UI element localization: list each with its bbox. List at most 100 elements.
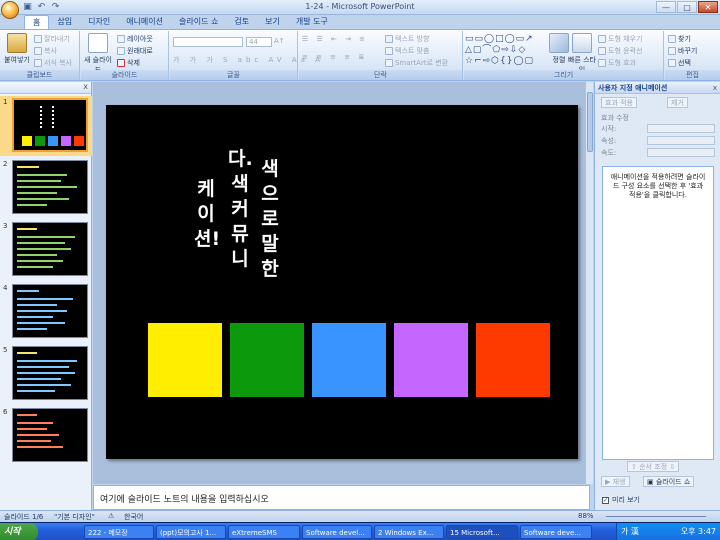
- slide-text-column-1[interactable]: 케이션!: [194, 177, 220, 252]
- taskbar-sms[interactable]: eXtremeSMS: [228, 525, 300, 539]
- panel-close-icon[interactable]: x: [83, 82, 88, 91]
- tab-review[interactable]: 검토: [226, 15, 257, 29]
- font-size-combo[interactable]: 44: [246, 37, 272, 47]
- property-label: 속성:: [601, 137, 617, 145]
- minimize-button[interactable]: —: [656, 1, 676, 13]
- format-painter-button[interactable]: 서식 복사: [34, 58, 72, 68]
- slide-canvas[interactable]: 케이션! 다.색커뮤니 색으로말한: [106, 105, 578, 459]
- taskbar-powerpoint[interactable]: 15 Microsoft...: [446, 525, 518, 539]
- editing-label: 편집: [665, 70, 720, 80]
- thumbnail-image: [12, 346, 88, 400]
- ime-indicator[interactable]: 가 漢: [621, 526, 639, 537]
- speed-dropdown[interactable]: [647, 148, 715, 157]
- cut-button[interactable]: 잘라내기: [34, 34, 70, 44]
- start-button[interactable]: 시작: [0, 523, 38, 540]
- tab-view[interactable]: 보기: [257, 15, 288, 29]
- text-direction-button[interactable]: 텍스트 방향: [385, 34, 429, 44]
- paste-button[interactable]: 붙여넣기: [2, 33, 32, 65]
- new-slide-icon: [88, 33, 108, 53]
- clipboard-label: 클립보드: [0, 70, 79, 80]
- tab-home[interactable]: 홈: [24, 15, 50, 29]
- reset-button[interactable]: 원래대로: [117, 46, 153, 56]
- drawing-group: ▭▭◯□◯▭↗ △▢⌒⬠⇨⇩◇ ☆⌐⇨⬡{}◯▢ 정렬 빠른 스타일 도형 채우…: [464, 31, 664, 80]
- remove-effect-button[interactable]: 제거: [667, 97, 688, 108]
- yellow-square[interactable]: [148, 323, 222, 397]
- slide-thumbnail-2[interactable]: 2: [0, 158, 92, 218]
- start-dropdown[interactable]: [647, 124, 715, 133]
- slide-text-column-3[interactable]: 색으로말한: [258, 157, 282, 282]
- select-button[interactable]: 선택: [668, 58, 691, 68]
- taskbar-notepad[interactable]: 222 - 메모장: [84, 525, 154, 539]
- slides-group: 새 슬라이드 레이아웃 원래대로 삭제 슬라이드: [81, 31, 169, 80]
- tab-developer[interactable]: 개발 도구: [288, 15, 336, 29]
- align-buttons[interactable]: ≡ ≡ ≡ ≡ ≣: [302, 53, 367, 61]
- taskbar-explorer[interactable]: 2 Windows Ex...: [374, 525, 444, 539]
- orange-square[interactable]: [476, 323, 550, 397]
- smartart-button[interactable]: SmartArt로 변환: [385, 58, 448, 68]
- taskbar-exam[interactable]: (ppt)모의고사 1...: [156, 525, 226, 539]
- purple-square[interactable]: [394, 323, 468, 397]
- taskbar-software-1[interactable]: Software devel...: [302, 525, 372, 539]
- slide-thumbnail-1[interactable]: 1: [0, 96, 92, 156]
- font-name-combo[interactable]: [173, 37, 243, 47]
- slide-thumbnail-5[interactable]: 5: [0, 344, 92, 404]
- reorder-buttons[interactable]: ⇧ 순서 조정 ⇩: [627, 461, 680, 472]
- delete-slide-button[interactable]: 삭제: [117, 58, 140, 68]
- shapes-gallery[interactable]: ▭▭◯□◯▭↗ △▢⌒⬠⇨⇩◇ ☆⌐⇨⬡{}◯▢: [465, 34, 547, 68]
- copy-button[interactable]: 복사: [34, 46, 57, 56]
- find-button[interactable]: 찾기: [668, 34, 691, 44]
- notes-pane[interactable]: 여기에 슬라이드 노트의 내용을 입력하십시오: [93, 485, 590, 510]
- replace-button[interactable]: 바꾸기: [668, 46, 697, 56]
- add-effect-button[interactable]: 효과 적용: [601, 97, 637, 108]
- animation-list[interactable]: 애니메이션을 적용하려면 슬라이드 구성 요소를 선택한 후 '효과 적용'을 …: [602, 166, 714, 460]
- vertical-scrollbar[interactable]: [585, 82, 593, 484]
- slide-thumbnail-6[interactable]: 6: [0, 406, 92, 466]
- align-text-icon: [385, 47, 393, 55]
- paragraph-label: 단락: [299, 70, 462, 80]
- play-button[interactable]: ▶ 재생: [601, 476, 630, 487]
- window-title: 1-24 - Microsoft PowerPoint: [305, 2, 415, 11]
- property-dropdown[interactable]: [647, 136, 715, 145]
- grow-font-button[interactable]: A↑: [274, 37, 285, 45]
- text-direction-icon: [385, 35, 393, 43]
- tab-slideshow[interactable]: 슬라이드 쇼: [171, 15, 226, 29]
- tab-insert[interactable]: 삽입: [49, 15, 80, 29]
- system-tray: 가 漢 오후 3:47: [616, 523, 720, 540]
- autopreview-checkbox[interactable]: ✓ 미리 보기: [602, 495, 640, 505]
- green-square[interactable]: [230, 323, 304, 397]
- fill-icon: [598, 35, 606, 43]
- slide-thumbnail-3[interactable]: 3: [0, 220, 92, 280]
- scissors-icon: [34, 35, 42, 43]
- slideshow-button[interactable]: ▣ 슬라이드 쇼: [643, 476, 695, 487]
- maximize-button[interactable]: □: [677, 1, 697, 13]
- quick-styles-button[interactable]: 빠른 스타일: [568, 33, 596, 75]
- office-button[interactable]: [1, 1, 19, 19]
- slide-text-column-2[interactable]: 다.색커뮤니: [228, 147, 253, 272]
- layout-button[interactable]: 레이아웃: [117, 34, 153, 44]
- list-buttons[interactable]: ☰ ☰ ⇤ ⇥ ≡: [302, 35, 368, 43]
- editing-group: 찾기 바꾸기 선택 편집: [665, 31, 720, 80]
- thumbnail-image: [12, 284, 88, 338]
- scrollbar-thumb[interactable]: [587, 92, 593, 152]
- tab-animation[interactable]: 애니메이션: [118, 15, 171, 29]
- task-pane-close-icon[interactable]: x: [713, 82, 717, 94]
- shape-outline-button[interactable]: 도형 윤곽선: [598, 46, 642, 56]
- slides-label: 슬라이드: [81, 70, 168, 80]
- slide-editing-area: 케이션! 다.색커뮤니 색으로말한: [93, 82, 593, 484]
- zoom-level: 88%: [578, 512, 594, 520]
- blue-square[interactable]: [312, 323, 386, 397]
- new-slide-button[interactable]: 새 슬라이드: [83, 33, 113, 75]
- spellcheck-icon[interactable]: ⚠: [108, 512, 114, 520]
- copy-icon: [34, 47, 42, 55]
- start-label: 시작:: [601, 125, 617, 133]
- paragraph-group: ☰ ☰ ⇤ ⇥ ≡ ≡ ≡ ≡ ≡ ≣ 텍스트 방향 텍스트 맞춤 SmartA…: [299, 31, 463, 80]
- slide-thumbnail-4[interactable]: 4: [0, 282, 92, 342]
- align-text-button[interactable]: 텍스트 맞춤: [385, 46, 429, 56]
- layout-icon: [117, 35, 125, 43]
- tab-design[interactable]: 디자인: [80, 15, 118, 29]
- slide-thumbnail-panel: x 1 2 3 4 5 6: [0, 82, 92, 510]
- shape-effects-button[interactable]: 도형 효과: [598, 58, 636, 68]
- taskbar-software-2[interactable]: Software deve...: [520, 525, 592, 539]
- shape-fill-button[interactable]: 도형 채우기: [598, 34, 642, 44]
- close-button[interactable]: ✕: [698, 1, 718, 13]
